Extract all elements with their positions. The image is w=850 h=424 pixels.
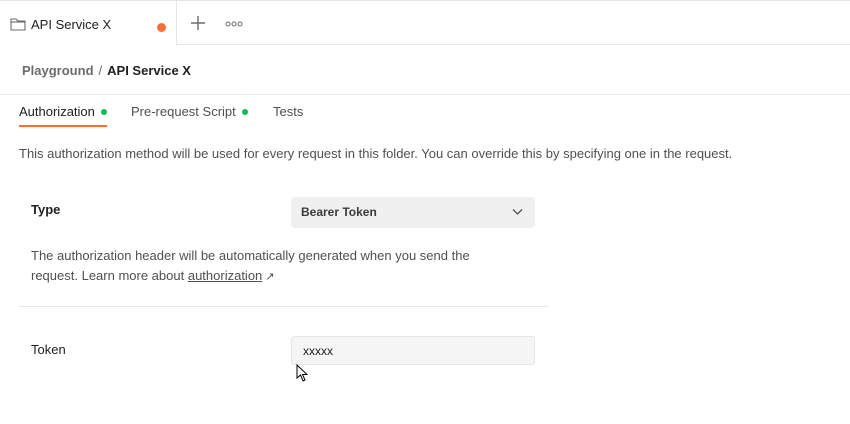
tab-title: API Service X: [31, 17, 112, 32]
authorization-docs-link[interactable]: authorization: [188, 268, 262, 283]
token-field[interactable]: [291, 336, 535, 365]
section-divider: [19, 306, 548, 307]
tab-authorization-label: Authorization: [19, 104, 95, 119]
tab-pre-request-script-label: Pre-request Script: [131, 104, 236, 119]
mouse-pointer-icon: [296, 364, 308, 382]
active-tab-underline: [19, 125, 107, 127]
breadcrumb-current[interactable]: API Service X: [107, 63, 191, 78]
external-arrow-icon: ↗: [265, 271, 275, 283]
unsaved-changes-dot: [157, 23, 166, 32]
type-label: Type: [31, 202, 61, 217]
auth-help-text: The authorization header will be automat…: [31, 246, 501, 287]
auth-type-select[interactable]: Bearer Token: [291, 197, 535, 228]
auth-description: This authorization method will be used f…: [19, 146, 733, 161]
tab-pre-request-script[interactable]: Pre-request Script: [131, 104, 248, 119]
token-input[interactable]: [292, 337, 534, 364]
token-label: Token: [31, 342, 66, 357]
more-horizontal-icon[interactable]: [224, 19, 244, 29]
breadcrumb-separator: /: [98, 63, 103, 78]
tab-tests-label: Tests: [273, 104, 304, 119]
header-divider: [0, 94, 850, 95]
folder-authorization-view: API Service X Playground / API Service X A…: [0, 0, 850, 424]
auth-type-value: Bearer Token: [301, 205, 377, 219]
tab-authorization[interactable]: Authorization: [19, 104, 107, 119]
breadcrumb-parent[interactable]: Playground: [22, 63, 94, 78]
plus-icon[interactable]: [188, 13, 208, 33]
tab-pre-request-script-indicator: [241, 108, 248, 115]
chevron-down-icon: [512, 209, 523, 215]
breadcrumb: Playground / API Service X: [22, 63, 191, 78]
tab-bar: API Service X: [0, 0, 850, 46]
tab-authorization-indicator: [100, 108, 107, 115]
tab-tests[interactable]: Tests: [273, 104, 303, 119]
tab-api-service-x[interactable]: API Service X: [0, 1, 177, 46]
folder-icon: [10, 18, 26, 31]
